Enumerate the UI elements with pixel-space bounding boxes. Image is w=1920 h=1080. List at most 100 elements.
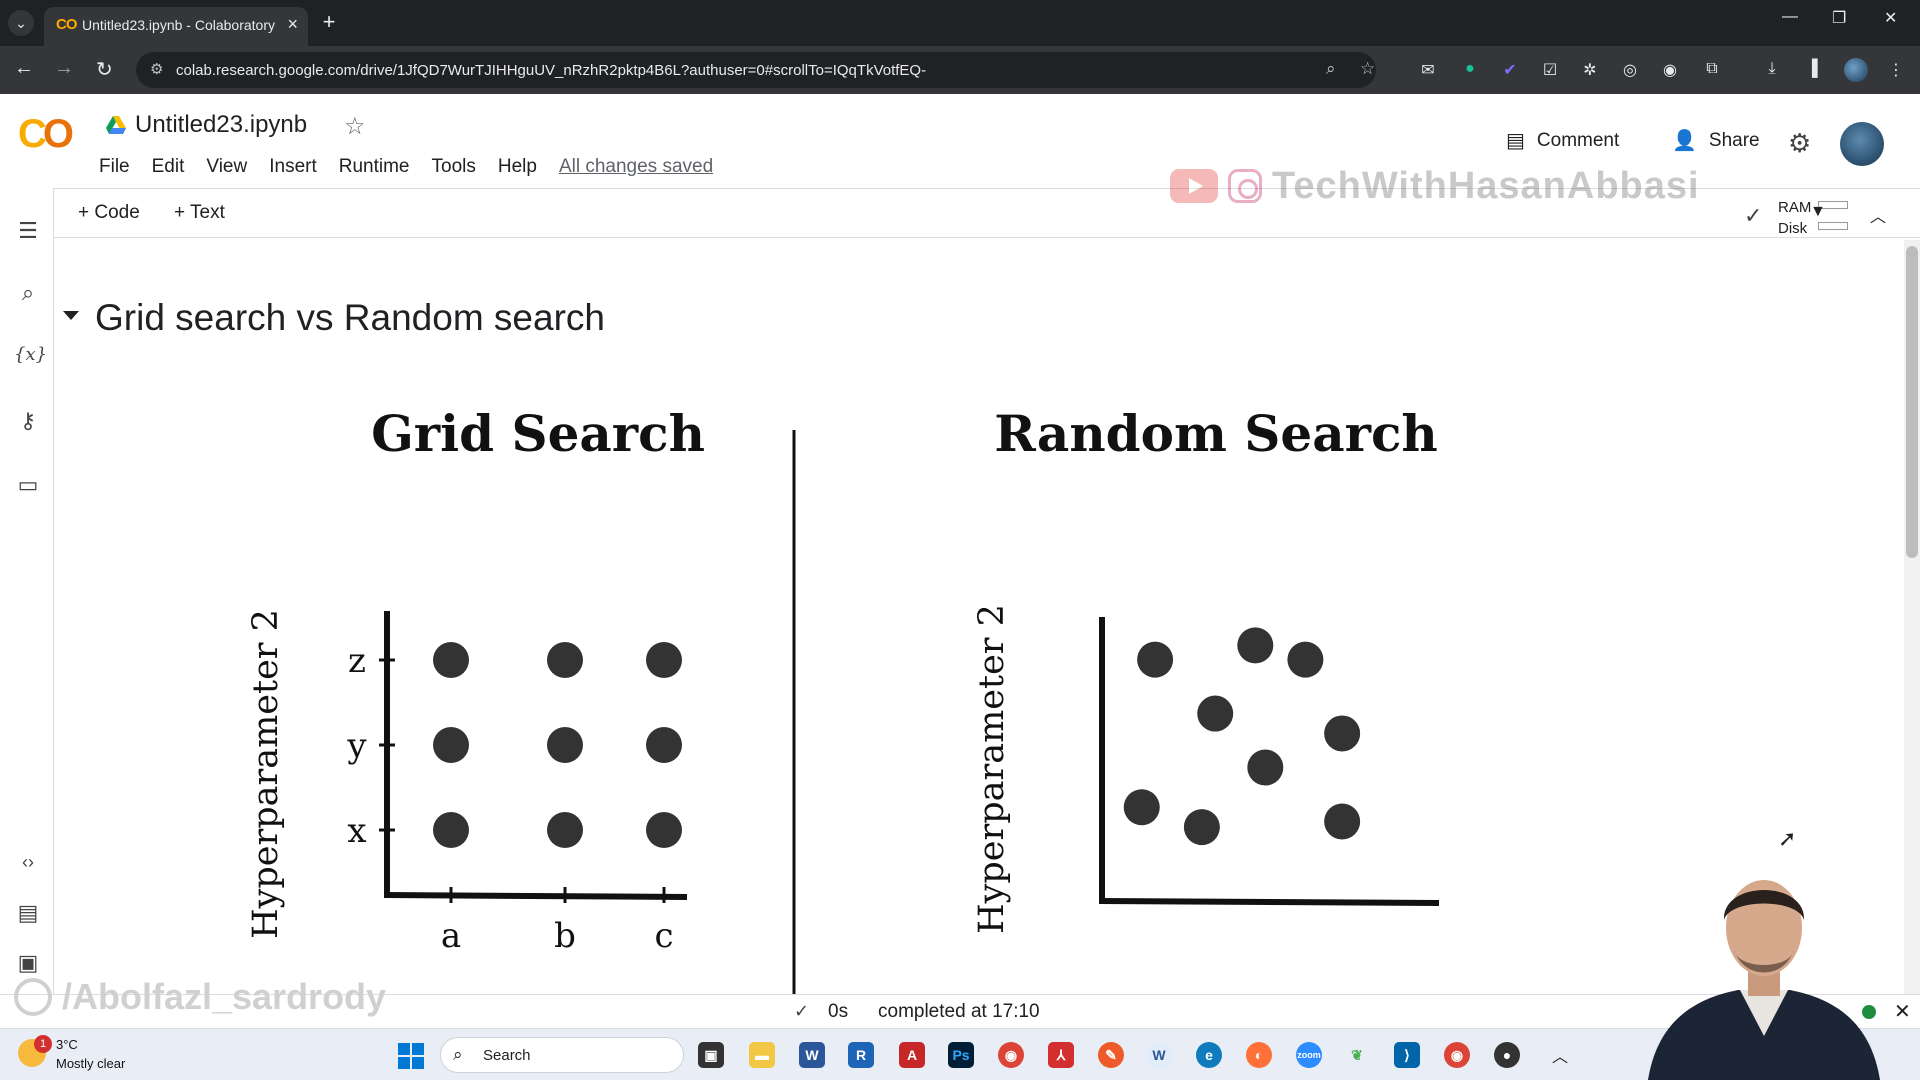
browser-tab-active[interactable]: CO Untitled23.ipynb - Colaboratory × <box>44 7 308 46</box>
share-label: Share <box>1708 129 1760 151</box>
random-point <box>1237 627 1274 664</box>
menu-view[interactable]: View <box>206 156 247 178</box>
runtime-dropdown-icon[interactable]: ▼ <box>1810 203 1826 221</box>
random-search-title: Random Search <box>994 404 1438 463</box>
grammarly-icon[interactable]: ● <box>1460 60 1480 80</box>
instagram-watermark-icon <box>14 978 52 1016</box>
disk-usage-bar <box>1818 222 1848 230</box>
url-text[interactable]: colab.research.google.com/drive/1JfQD7Wu… <box>176 62 926 79</box>
grid-y-tick-label: x <box>347 811 366 851</box>
grid-x-axis <box>383 892 688 900</box>
menu-file[interactable]: File <box>99 156 130 178</box>
reload-icon[interactable]: ↻ <box>96 57 113 82</box>
vscode-icon[interactable]: ⟩ <box>1394 1042 1420 1068</box>
draw-app-icon[interactable]: ✎ <box>1098 1042 1124 1068</box>
leaf-app-icon[interactable]: ❦ <box>1344 1042 1370 1068</box>
colab-logo[interactable]: CO <box>18 112 74 157</box>
notebook-title[interactable]: Untitled23.ipynb <box>135 111 307 139</box>
task-view-icon[interactable]: ▣ <box>698 1042 724 1068</box>
new-tab-button[interactable]: + <box>316 10 342 36</box>
notebook-scrollbar-thumb[interactable] <box>1906 246 1918 558</box>
side-panel-icon[interactable]: ▐ <box>1802 60 1822 80</box>
zoom-app-icon[interactable]: zoom <box>1296 1042 1322 1068</box>
grid-points <box>433 642 682 848</box>
youtube-icon <box>1170 169 1218 203</box>
extension-task-icon[interactable]: ☑ <box>1540 60 1560 80</box>
obs-icon[interactable]: ● <box>1494 1042 1520 1068</box>
save-status[interactable]: All changes saved <box>559 156 713 178</box>
comment-button[interactable]: ▤ Comment <box>1506 128 1619 153</box>
menu-runtime[interactable]: Runtime <box>339 156 410 178</box>
edge-icon[interactable]: e <box>1196 1042 1222 1068</box>
connected-check-icon: ✓ <box>1744 203 1763 228</box>
file-explorer-icon[interactable]: ▬ <box>749 1042 775 1068</box>
back-arrow-icon[interactable]: ← <box>14 57 34 80</box>
extension-mail-icon[interactable]: ✉ <box>1418 60 1438 80</box>
collapse-header-icon[interactable]: ︿ <box>1870 203 1886 227</box>
photoshop-icon[interactable]: Ps <box>948 1042 974 1068</box>
comment-icon: ▤ <box>1506 130 1525 152</box>
search-icon[interactable]: ⌕ <box>14 280 42 308</box>
menu-edit[interactable]: Edit <box>152 156 185 178</box>
site-info-icon[interactable]: ⚙ <box>150 60 163 78</box>
browser-menu-icon[interactable]: ⋮ <box>1886 60 1906 80</box>
zoom-icon[interactable]: ⌕ <box>1326 59 1336 79</box>
search-icon: ⌕ <box>453 1045 463 1064</box>
tray-overflow-icon[interactable]: ︿ <box>1552 1043 1568 1067</box>
settings-gear-icon[interactable]: ⚙ <box>1788 128 1811 159</box>
tab-search-button[interactable]: ⌄ <box>8 10 34 36</box>
code-snippets-icon[interactable]: ‹› <box>14 852 42 880</box>
window-close-icon[interactable]: ✕ <box>1884 8 1897 28</box>
random-points <box>1123 627 1361 846</box>
extension-check-icon[interactable]: ✔ <box>1500 60 1520 80</box>
execution-check-icon: ✓ <box>794 1001 810 1021</box>
extension-circle-icon[interactable]: ◉ <box>1660 60 1680 80</box>
grid-point <box>433 812 469 848</box>
add-code-button[interactable]: + Code <box>78 202 140 224</box>
table-of-contents-icon[interactable]: ☰ <box>14 218 42 246</box>
forward-arrow-icon[interactable]: → <box>54 57 74 80</box>
execution-completed[interactable]: completed at 17:10 <box>878 1001 1040 1023</box>
section-heading: Grid search vs Random search <box>95 297 605 338</box>
extensions-puzzle-icon[interactable]: ⧉ <box>1702 60 1722 80</box>
word-icon[interactable]: W <box>799 1042 825 1068</box>
google-drive-icon[interactable] <box>106 116 126 134</box>
extension-target-icon[interactable]: ◎ <box>1620 60 1640 80</box>
terminal-icon[interactable]: ▣ <box>14 950 42 978</box>
minimize-icon[interactable]: — <box>1782 8 1798 26</box>
share-button[interactable]: 👤 Share <box>1672 128 1760 153</box>
grid-point <box>433 642 469 678</box>
menu-insert[interactable]: Insert <box>269 156 317 178</box>
windows-start-icon[interactable] <box>398 1043 424 1069</box>
secrets-key-icon[interactable]: ⚷ <box>14 408 42 436</box>
profile-avatar[interactable] <box>1844 58 1868 82</box>
variables-icon[interactable]: {x} <box>14 344 47 372</box>
firefox-icon[interactable]: ◐ <box>1246 1042 1272 1068</box>
random-point <box>1324 803 1361 840</box>
command-palette-icon[interactable]: ▤ <box>14 900 42 928</box>
files-folder-icon[interactable]: ▭ <box>14 472 42 500</box>
random-point <box>1247 749 1284 786</box>
menu-tools[interactable]: Tools <box>432 156 476 178</box>
menu-help[interactable]: Help <box>498 156 537 178</box>
restore-icon[interactable]: ❐ <box>1832 8 1846 28</box>
address-bar[interactable]: ⚙ colab.research.google.com/drive/1JfQD7… <box>136 52 1376 88</box>
r-studio-icon[interactable]: R <box>848 1042 874 1068</box>
add-text-button[interactable]: + Text <box>174 202 225 224</box>
office-app-icon[interactable]: W <box>1146 1042 1172 1068</box>
pdf-reader-icon[interactable]: ⅄ <box>1048 1042 1074 1068</box>
weather-temperature: 3°C <box>56 1037 78 1052</box>
download-icon[interactable]: ⤓ <box>1762 60 1782 80</box>
star-icon[interactable]: ☆ <box>344 112 366 141</box>
chrome-icon[interactable]: ◉ <box>998 1042 1024 1068</box>
bookmark-star-icon[interactable]: ☆ <box>1360 59 1375 79</box>
section-collapse-icon[interactable] <box>63 311 79 320</box>
user-avatar[interactable] <box>1840 122 1884 166</box>
tab-close-icon[interactable]: × <box>287 14 298 35</box>
taskbar-search[interactable]: ⌕ Search <box>440 1037 684 1073</box>
handle-text: /Abolfazl_sardrody <box>62 976 387 1017</box>
acrobat-icon[interactable]: A <box>899 1042 925 1068</box>
weather-condition: Mostly clear <box>56 1056 126 1071</box>
extension-gear-icon[interactable]: ✲ <box>1580 60 1600 80</box>
chrome-profile-icon[interactable]: ◉ <box>1444 1042 1470 1068</box>
